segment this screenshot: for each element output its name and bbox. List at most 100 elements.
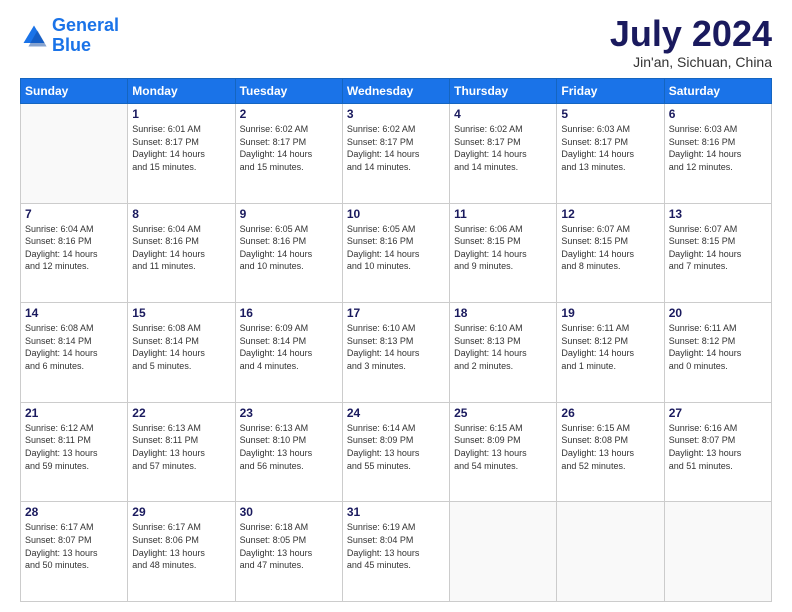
table-row: 24Sunrise: 6:14 AM Sunset: 8:09 PM Dayli… [342,402,449,502]
day-number: 11 [454,207,552,221]
calendar-week-row: 21Sunrise: 6:12 AM Sunset: 8:11 PM Dayli… [21,402,772,502]
day-number: 17 [347,306,445,320]
month-title: July 2024 [610,16,772,52]
day-info: Sunrise: 6:17 AM Sunset: 8:07 PM Dayligh… [25,521,123,571]
table-row: 4 Sunrise: 6:02 AM Sunset: 8:17 PM Daylig… [450,104,557,204]
calendar-header-row: Sunday Monday Tuesday Wednesday Thursday… [21,79,772,104]
day-info: Sunrise: 6:09 AM Sunset: 8:14 PM Dayligh… [240,322,338,372]
table-row: 14 Sunrise: 6:08 AM Sunset: 8:14 PM Dayli… [21,303,128,403]
day-info: Sunrise: 6:03 AM Sunset: 8:16 PM Dayligh… [669,123,767,173]
day-number: 6 [669,107,767,121]
table-row: 23Sunrise: 6:13 AM Sunset: 8:10 PM Dayli… [235,402,342,502]
day-info: Sunrise: 6:02 AM Sunset: 8:17 PM Dayligh… [454,123,552,173]
day-info: Sunrise: 6:19 AM Sunset: 8:04 PM Dayligh… [347,521,445,571]
day-number: 8 [132,207,230,221]
calendar-week-row: 14 Sunrise: 6:08 AM Sunset: 8:14 PM Dayli… [21,303,772,403]
location: Jin'an, Sichuan, China [610,54,772,70]
day-number: 4 [454,107,552,121]
table-row: 30Sunrise: 6:18 AM Sunset: 8:05 PM Dayli… [235,502,342,602]
day-number: 20 [669,306,767,320]
day-info: Sunrise: 6:03 AM Sunset: 8:17 PM Dayligh… [561,123,659,173]
day-number: 27 [669,406,767,420]
col-saturday: Saturday [664,79,771,104]
day-number: 1 [132,107,230,121]
col-tuesday: Tuesday [235,79,342,104]
col-wednesday: Wednesday [342,79,449,104]
day-info: Sunrise: 6:08 AM Sunset: 8:14 PM Dayligh… [25,322,123,372]
day-info: Sunrise: 6:04 AM Sunset: 8:16 PM Dayligh… [25,223,123,273]
table-row: 5 Sunrise: 6:03 AM Sunset: 8:17 PM Daylig… [557,104,664,204]
day-info: Sunrise: 6:06 AM Sunset: 8:15 PM Dayligh… [454,223,552,273]
day-number: 22 [132,406,230,420]
day-info: Sunrise: 6:05 AM Sunset: 8:16 PM Dayligh… [347,223,445,273]
day-number: 14 [25,306,123,320]
day-info: Sunrise: 6:12 AM Sunset: 8:11 PM Dayligh… [25,422,123,472]
table-row: 15Sunrise: 6:08 AM Sunset: 8:14 PM Dayli… [128,303,235,403]
logo-text: General Blue [52,16,119,56]
table-row: 16 Sunrise: 6:09 AM Sunset: 8:14 PM Dayli… [235,303,342,403]
table-row: 28 Sunrise: 6:17 AM Sunset: 8:07 PM Dayli… [21,502,128,602]
col-monday: Monday [128,79,235,104]
day-info: Sunrise: 6:10 AM Sunset: 8:13 PM Dayligh… [347,322,445,372]
table-row: 25 Sunrise: 6:15 AM Sunset: 8:09 PM Dayli… [450,402,557,502]
table-row: 13Sunrise: 6:07 AM Sunset: 8:15 PM Dayli… [664,203,771,303]
col-sunday: Sunday [21,79,128,104]
day-number: 3 [347,107,445,121]
day-number: 29 [132,505,230,519]
table-row: 2 Sunrise: 6:02 AM Sunset: 8:17 PM Daylig… [235,104,342,204]
table-row: 19 Sunrise: 6:11 AM Sunset: 8:12 PM Dayli… [557,303,664,403]
day-number: 18 [454,306,552,320]
table-row: 10Sunrise: 6:05 AM Sunset: 8:16 PM Dayli… [342,203,449,303]
calendar-week-row: 1Sunrise: 6:01 AM Sunset: 8:17 PM Daylig… [21,104,772,204]
day-info: Sunrise: 6:11 AM Sunset: 8:12 PM Dayligh… [669,322,767,372]
day-number: 16 [240,306,338,320]
calendar-week-row: 28 Sunrise: 6:17 AM Sunset: 8:07 PM Dayli… [21,502,772,602]
day-number: 23 [240,406,338,420]
table-row: 6 Sunrise: 6:03 AM Sunset: 8:16 PM Daylig… [664,104,771,204]
day-info: Sunrise: 6:05 AM Sunset: 8:16 PM Dayligh… [240,223,338,273]
table-row: 18 Sunrise: 6:10 AM Sunset: 8:13 PM Dayli… [450,303,557,403]
day-number: 30 [240,505,338,519]
table-row: 12Sunrise: 6:07 AM Sunset: 8:15 PM Dayli… [557,203,664,303]
table-row [21,104,128,204]
header: General Blue July 2024 Jin'an, Sichuan, … [20,16,772,70]
table-row [557,502,664,602]
table-row: 22Sunrise: 6:13 AM Sunset: 8:11 PM Dayli… [128,402,235,502]
day-info: Sunrise: 6:16 AM Sunset: 8:07 PM Dayligh… [669,422,767,472]
day-number: 19 [561,306,659,320]
logo: General Blue [20,16,119,56]
table-row: 27 Sunrise: 6:16 AM Sunset: 8:07 PM Dayli… [664,402,771,502]
day-number: 15 [132,306,230,320]
day-number: 28 [25,505,123,519]
title-block: July 2024 Jin'an, Sichuan, China [610,16,772,70]
logo-line1: General [52,15,119,35]
day-number: 12 [561,207,659,221]
table-row [664,502,771,602]
day-number: 24 [347,406,445,420]
page: General Blue July 2024 Jin'an, Sichuan, … [0,0,792,612]
day-number: 2 [240,107,338,121]
day-number: 5 [561,107,659,121]
table-row: 8 Sunrise: 6:04 AM Sunset: 8:16 PM Daylig… [128,203,235,303]
table-row: 17 Sunrise: 6:10 AM Sunset: 8:13 PM Dayli… [342,303,449,403]
day-number: 25 [454,406,552,420]
table-row [450,502,557,602]
table-row: 29 Sunrise: 6:17 AM Sunset: 8:06 PM Dayli… [128,502,235,602]
table-row: 1Sunrise: 6:01 AM Sunset: 8:17 PM Daylig… [128,104,235,204]
day-info: Sunrise: 6:17 AM Sunset: 8:06 PM Dayligh… [132,521,230,571]
day-info: Sunrise: 6:04 AM Sunset: 8:16 PM Dayligh… [132,223,230,273]
table-row: 21Sunrise: 6:12 AM Sunset: 8:11 PM Dayli… [21,402,128,502]
day-number: 13 [669,207,767,221]
table-row: 26Sunrise: 6:15 AM Sunset: 8:08 PM Dayli… [557,402,664,502]
table-row: 31Sunrise: 6:19 AM Sunset: 8:04 PM Dayli… [342,502,449,602]
day-number: 7 [25,207,123,221]
day-info: Sunrise: 6:02 AM Sunset: 8:17 PM Dayligh… [240,123,338,173]
day-info: Sunrise: 6:10 AM Sunset: 8:13 PM Dayligh… [454,322,552,372]
col-thursday: Thursday [450,79,557,104]
day-info: Sunrise: 6:15 AM Sunset: 8:09 PM Dayligh… [454,422,552,472]
day-info: Sunrise: 6:11 AM Sunset: 8:12 PM Dayligh… [561,322,659,372]
logo-icon [20,22,48,50]
calendar-table: Sunday Monday Tuesday Wednesday Thursday… [20,78,772,602]
day-info: Sunrise: 6:15 AM Sunset: 8:08 PM Dayligh… [561,422,659,472]
table-row: 11 Sunrise: 6:06 AM Sunset: 8:15 PM Dayli… [450,203,557,303]
